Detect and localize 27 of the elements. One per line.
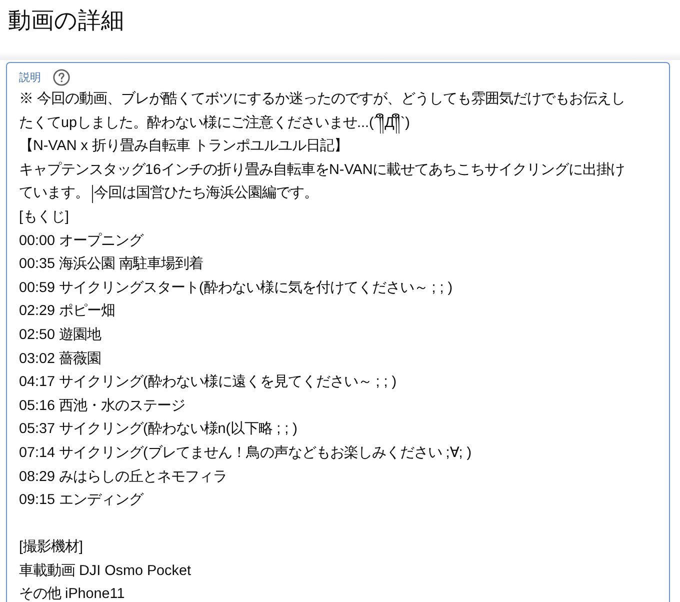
description-text: 00:35 海浜公園 南駐車場到着 <box>19 254 204 274</box>
description-text: 00:00 オープニング <box>19 232 144 251</box>
description-text: キャプテンスタッグ16インチの折り畳み自転車をN-VANに載せてあちこちサイクリングに出掛け <box>19 160 625 180</box>
description-text: 05:37 サイクリング(酔わない様n(以下略 ; ; ) <box>19 420 298 440</box>
help-icon[interactable] <box>53 69 70 86</box>
description-text: 車載動画 DJI Osmo Pocket <box>19 562 191 581</box>
description-text: 04:17 サイクリング(酔わない様に遠くを見てください～ ; ; ) <box>19 373 397 392</box>
text-cursor <box>92 185 93 204</box>
description-text: 02:50 遊園地 <box>19 326 102 345</box>
description-text: [撮影機材] <box>19 538 83 558</box>
description-text: ※ 今回の動画、ブレが酷くてボツにするか迷ったのですが、どうしても雰囲気だけでもお伝えし <box>19 90 625 109</box>
description-text: 08:29 みはらしの丘とネモフィラ <box>19 468 228 486</box>
description-text: 02:29 ポピー畑 <box>19 302 116 322</box>
description-text: ています。 <box>19 184 89 204</box>
description-text: [もくじ] <box>19 208 69 227</box>
description-text: 【N-VAN x 折り畳み自転車 トランポユルユル日記】 <box>19 137 348 156</box>
description-text: その他 iPhone11 <box>19 585 125 602</box>
description-text: 03:02 薔薇園 <box>19 350 102 369</box>
description-text: 00:59 サイクリングスタート(酔わない様に気を付けてください～ ; ; ) <box>19 278 453 298</box>
description-field[interactable] <box>6 62 670 602</box>
description-text: 09:15 エンディング <box>19 491 144 510</box>
page-title: 動画の詳細 <box>7 6 125 35</box>
description-text: 07:14 サイクリング(ブレてません！鳥の声などもお楽しみください ;∀; ) <box>19 444 472 463</box>
description-text: 今回は国営ひたち海浜公園編です。 <box>94 184 318 204</box>
description-text: たくてupしました。酔わない様にご注意くださいませ...(´༎ຶД༎ຶ`) <box>19 112 410 136</box>
field-label: 説明 <box>19 71 41 85</box>
description-text: 05:16 西池・水のステージ <box>19 396 186 416</box>
